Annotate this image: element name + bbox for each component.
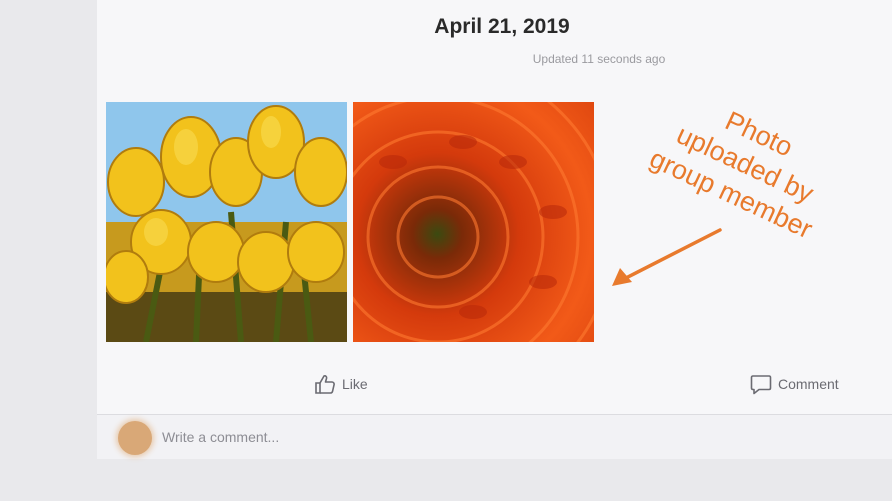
like-label: Like: [342, 376, 368, 392]
comment-label: Comment: [778, 376, 839, 392]
like-button[interactable]: Like: [314, 372, 368, 396]
annotation-arrow-icon: [612, 228, 722, 286]
photo-tulips[interactable]: [106, 102, 347, 342]
speech-bubble-icon: [750, 375, 772, 395]
tulips-image: [106, 102, 347, 342]
avatar: [118, 421, 152, 455]
post-date: April 21, 2019: [434, 15, 570, 38]
flower-image: [353, 102, 594, 342]
thumbs-up-icon: [315, 375, 335, 394]
photo-flower[interactable]: [353, 102, 594, 342]
post-updated-time: Updated 11 seconds ago: [532, 52, 666, 66]
comment-input[interactable]: [162, 424, 862, 450]
comment-button[interactable]: Comment: [750, 372, 839, 396]
